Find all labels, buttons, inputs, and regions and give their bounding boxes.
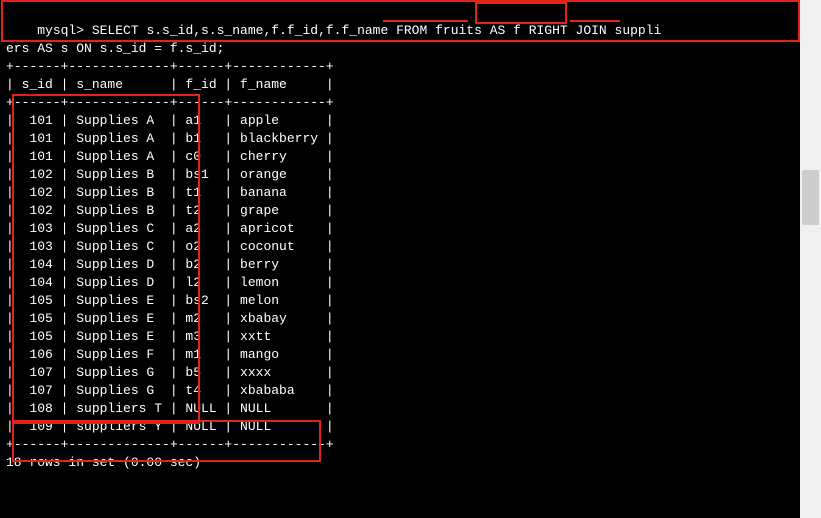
vertical-scrollbar[interactable] bbox=[800, 0, 821, 518]
mysql-prompt: mysql> bbox=[37, 23, 84, 38]
table-rows: | 101 | Supplies A | a1 | apple | | 101 … bbox=[6, 113, 334, 434]
table-header-row: | s_id | s_name | f_id | f_name | bbox=[6, 77, 334, 92]
table-separator-top: +------+-------------+------+-----------… bbox=[6, 59, 334, 74]
sql-query-line1: SELECT s.s_id,s.s_name,f.f_id,f.f_name F… bbox=[84, 23, 661, 38]
scrollbar-thumb[interactable] bbox=[802, 170, 819, 225]
table-separator-header: +------+-------------+------+-----------… bbox=[6, 95, 334, 110]
table-separator-bottom: +------+-------------+------+-----------… bbox=[6, 437, 334, 452]
result-footer: 18 rows in set (0.00 sec) bbox=[6, 455, 201, 470]
mysql-terminal[interactable]: mysql> SELECT s.s_id,s.s_name,f.f_id,f.f… bbox=[0, 0, 800, 518]
scrollbar-track bbox=[800, 0, 821, 518]
sql-query-line2: ers AS s ON s.s_id = f.s_id; bbox=[6, 41, 224, 56]
